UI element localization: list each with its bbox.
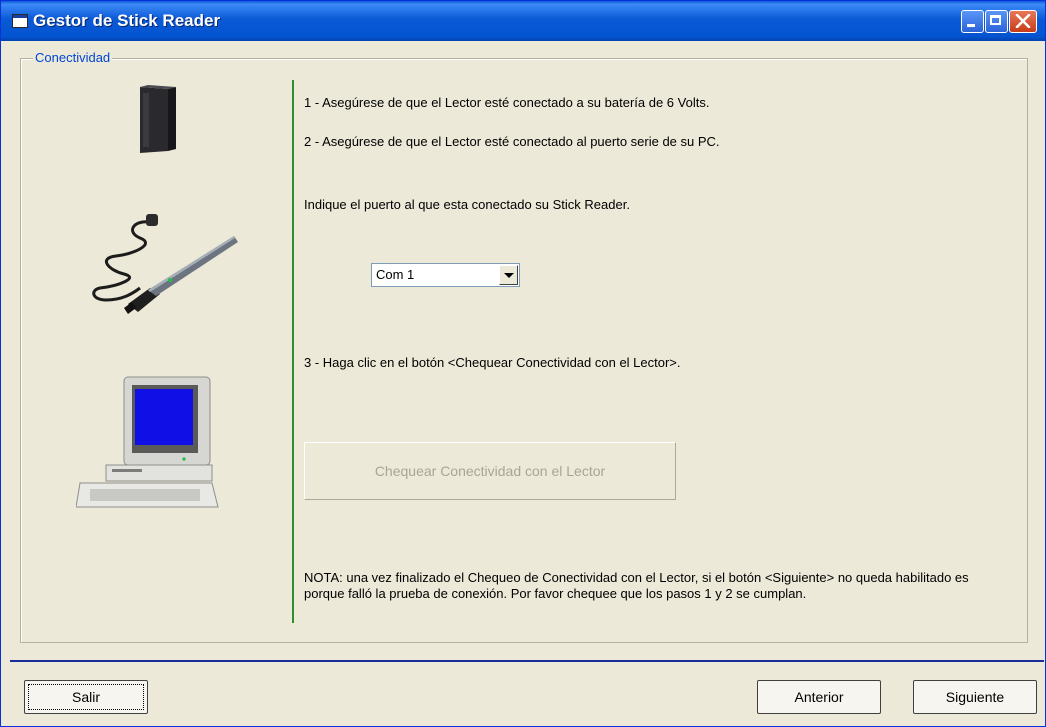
port-select-value: Com 1 <box>376 267 415 282</box>
window-title: Gestor de Stick Reader <box>33 11 221 30</box>
app-icon <box>12 14 28 28</box>
battery-icon <box>140 85 176 153</box>
maximize-button[interactable] <box>985 10 1008 33</box>
chevron-down-icon[interactable] <box>499 265 518 285</box>
previous-button-label: Anterior <box>794 689 844 705</box>
close-button[interactable] <box>1009 10 1037 33</box>
previous-button[interactable]: Anterior <box>757 680 881 714</box>
next-button-label: Siguiente <box>945 689 1005 705</box>
port-select[interactable]: Com 1 <box>371 263 520 287</box>
step-3-text: 3 - Haga clic en el botón <Chequear Cone… <box>304 355 681 370</box>
close-icon <box>1015 14 1031 28</box>
stick-reader-icon <box>92 214 238 314</box>
computer-icon <box>76 376 219 508</box>
focus-rect <box>28 684 144 710</box>
next-button[interactable]: Siguiente <box>913 680 1037 714</box>
port-prompt-text: Indique el puerto al que esta conectado … <box>304 197 630 212</box>
title-bar[interactable]: Gestor de Stick Reader <box>1 1 1045 41</box>
minimize-button[interactable] <box>961 10 984 33</box>
step-2-text: 2 - Asegúrese de que el Lector esté cone… <box>304 134 720 149</box>
group-label: Conectividad <box>33 50 113 65</box>
step-1-text: 1 - Asegúrese de que el Lector esté cone… <box>304 95 710 110</box>
check-connectivity-label: Chequear Conectividad con el Lector <box>374 463 606 479</box>
exit-button[interactable]: Salir <box>24 680 148 714</box>
check-connectivity-button[interactable]: Chequear Conectividad con el Lector <box>304 442 676 500</box>
section-divider <box>292 80 294 623</box>
footer-separator <box>10 660 1044 662</box>
note-text: NOTA: una vez finalizado el Chequeo de C… <box>304 570 969 601</box>
